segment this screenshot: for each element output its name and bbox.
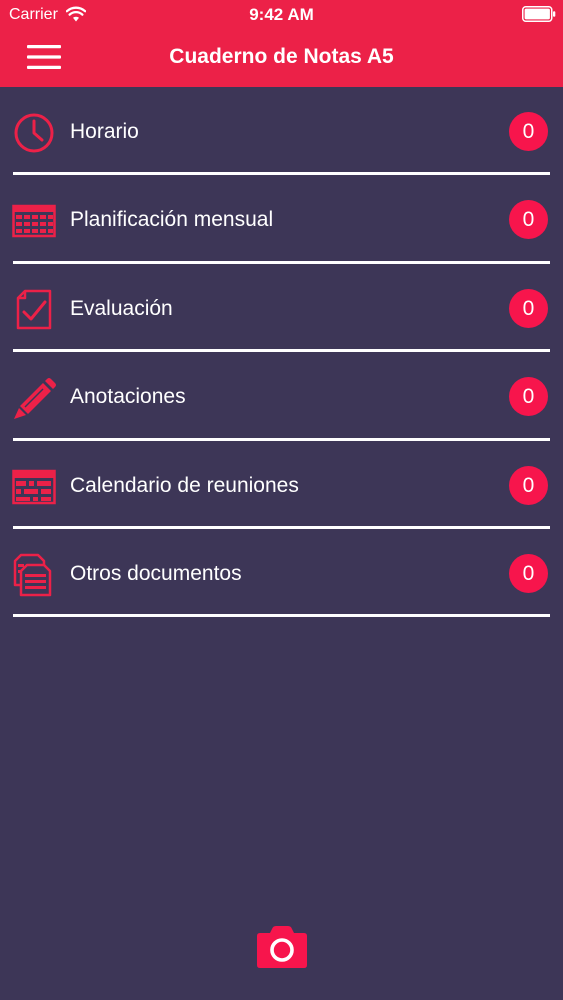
divider xyxy=(13,614,550,618)
clock-icon xyxy=(14,113,54,153)
count-badge: 0 xyxy=(509,288,548,328)
meeting-calendar-icon xyxy=(12,469,56,504)
documents-icon xyxy=(13,553,52,597)
menu-item-label: Horario xyxy=(70,120,139,143)
menu-item-label: Anotaciones xyxy=(70,385,186,409)
calendar-grid-icon xyxy=(12,205,56,238)
count-badge: 0 xyxy=(509,553,548,593)
menu-list: Horario 0 Planificación mensual 0 Evalua… xyxy=(0,87,563,618)
menu-item-horario[interactable]: Horario 0 xyxy=(0,87,563,176)
checklist-icon xyxy=(16,289,52,330)
menu-item-label: Otros documentos xyxy=(70,561,242,585)
count-badge: 0 xyxy=(509,112,548,151)
menu-item-anotaciones[interactable]: Anotaciones 0 xyxy=(0,352,563,441)
menu-item-planificacion-mensual[interactable]: Planificación mensual 0 xyxy=(0,175,563,264)
menu-item-calendario-de-reuniones[interactable]: Calendario de reuniones 0 xyxy=(0,441,563,529)
menu-item-label: Planificación mensual xyxy=(70,208,274,232)
menu-item-label: Evaluación xyxy=(70,296,173,320)
page-title: Cuaderno de Notas A5 xyxy=(169,45,394,68)
status-time: 9:42 AM xyxy=(249,5,314,24)
pencil-icon xyxy=(14,378,56,420)
count-badge: 0 xyxy=(509,465,548,505)
app-header: Carrier 9:42 AM Cuaderno de Notas A5 xyxy=(0,0,563,87)
count-badge: 0 xyxy=(509,377,548,417)
nav-bar: Cuaderno de Notas A5 xyxy=(0,30,563,87)
menu-item-otros-documentos[interactable]: Otros documentos 0 xyxy=(0,529,563,618)
battery-icon xyxy=(522,6,556,22)
menu-item-evaluacion[interactable]: Evaluación 0 xyxy=(0,264,563,353)
app-screen: Carrier 9:42 AM Cuaderno de Notas A5 Hor… xyxy=(0,0,563,1000)
status-bar: Carrier 9:42 AM xyxy=(0,0,563,30)
camera-icon[interactable] xyxy=(256,925,308,969)
menu-item-label: Calendario de reuniones xyxy=(70,473,299,497)
count-badge: 0 xyxy=(509,200,548,240)
